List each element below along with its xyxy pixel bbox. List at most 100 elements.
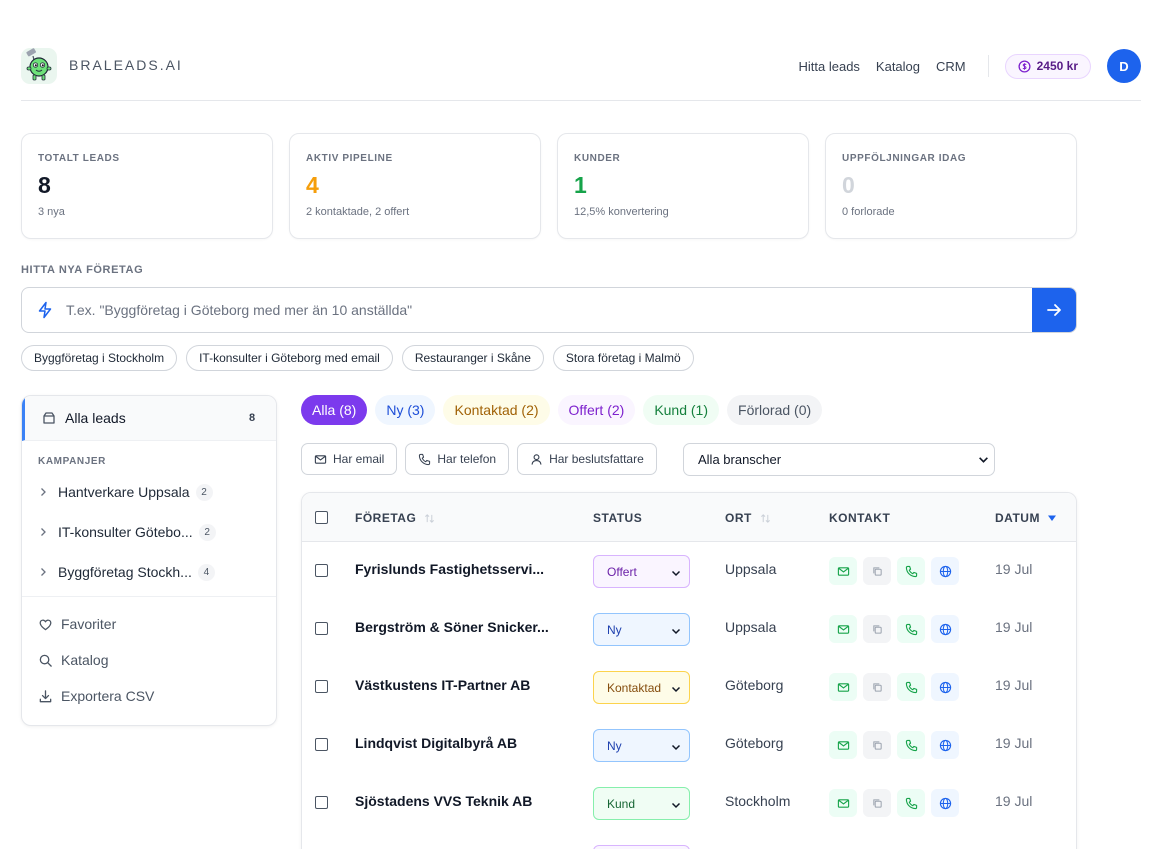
nav-hitta-leads[interactable]: Hitta leads — [799, 59, 860, 74]
nav-crm[interactable]: CRM — [936, 59, 966, 74]
status-select[interactable] — [593, 845, 690, 849]
globe-icon — [939, 623, 951, 635]
sidebar-item-export-csv[interactable]: Exportera CSV — [38, 685, 154, 707]
status-select[interactable]: Ny — [593, 613, 690, 646]
copy-icon — [872, 566, 882, 576]
campaign-label: IT-konsulter Götebo... — [58, 524, 193, 540]
email-action-button[interactable] — [829, 673, 857, 701]
stat-value: 1 — [574, 172, 587, 198]
row-checkbox[interactable] — [315, 622, 328, 635]
sidebar-item-catalog[interactable]: Katalog — [38, 649, 108, 671]
row-checkbox[interactable] — [315, 796, 328, 809]
tab-kund[interactable]: Kund (1) — [643, 395, 720, 425]
email-action-button[interactable] — [829, 557, 857, 585]
credits-badge[interactable]: 2450 kr — [1004, 53, 1091, 79]
filter-has-phone-button[interactable]: Har telefon — [405, 443, 510, 475]
count-badge: 2 — [198, 523, 216, 541]
website-action-button[interactable] — [931, 673, 959, 701]
user-icon — [531, 453, 542, 465]
search-input[interactable] — [66, 288, 1026, 332]
suggestion-chip[interactable]: Stora företag i Malmö — [552, 345, 694, 371]
chevron-right-icon — [41, 568, 46, 576]
phone-icon — [905, 681, 917, 693]
sidebar-campaign-item[interactable]: IT-konsulter Götebo... 2 — [38, 520, 262, 544]
suggestion-chip[interactable]: Byggföretag i Stockholm — [21, 345, 178, 371]
user-avatar[interactable]: D — [1107, 49, 1141, 83]
phone-action-button[interactable] — [897, 731, 925, 759]
company-name[interactable]: Bergström & Söner Snicker... — [355, 619, 560, 635]
filter-label: Har email — [333, 452, 385, 466]
company-name[interactable]: Västkustens IT-Partner AB — [355, 677, 560, 693]
tab-kontaktad[interactable]: Kontaktad (2) — [443, 395, 550, 425]
copy-action-button[interactable] — [863, 673, 891, 701]
phone-action-button[interactable] — [897, 789, 925, 817]
row-checkbox[interactable] — [315, 738, 328, 751]
status-value: Kontaktad — [607, 680, 662, 695]
copy-action-button[interactable] — [863, 615, 891, 643]
phone-action-button[interactable] — [897, 615, 925, 643]
email-action-button[interactable] — [829, 615, 857, 643]
column-header-date[interactable]: DATUM — [995, 511, 1057, 525]
sidebar-campaign-item[interactable]: Byggföretag Stockh... 4 — [38, 560, 262, 584]
select-all-checkbox[interactable] — [315, 511, 328, 524]
status-value: Ny — [607, 622, 622, 637]
status-select[interactable]: Ny — [593, 729, 690, 762]
mail-icon — [837, 624, 849, 634]
globe-icon — [939, 565, 951, 577]
city: Göteborg — [725, 735, 784, 751]
phone-action-button[interactable] — [897, 557, 925, 585]
stat-card-followups-today: UPPFÖLJNINGAR IDAG 0 0 forlorade — [825, 133, 1077, 239]
email-action-button[interactable] — [829, 731, 857, 759]
chevron-down-icon — [671, 628, 681, 635]
phone-action-button[interactable] — [897, 673, 925, 701]
table-row: Sjöstadens VVS Teknik AB Kund Stockholm … — [302, 774, 1076, 832]
search-icon — [39, 654, 52, 667]
status-select[interactable]: Kontaktad — [593, 671, 690, 704]
search-submit-button[interactable] — [1032, 288, 1076, 332]
status-select[interactable]: Kund — [593, 787, 690, 820]
tab-forlorad[interactable]: Förlorad (0) — [727, 395, 823, 425]
table-row: Lindqvist Digitalbyrå AB Ny Göteborg 19 … — [302, 716, 1076, 774]
website-action-button[interactable] — [931, 557, 959, 585]
status-value: Offert — [607, 564, 637, 579]
copy-action-button[interactable] — [863, 789, 891, 817]
company-name[interactable]: Lindqvist Digitalbyrå AB — [355, 735, 560, 751]
email-action-button[interactable] — [829, 789, 857, 817]
sidebar-campaign-item[interactable]: Hantverkare Uppsala 2 — [38, 480, 262, 504]
sort-icon — [425, 513, 435, 523]
robot-logo-icon[interactable] — [21, 48, 57, 84]
website-action-button[interactable] — [931, 731, 959, 759]
nav-katalog[interactable]: Katalog — [876, 59, 920, 74]
suggestion-chip[interactable]: IT-konsulter i Göteborg med email — [186, 345, 393, 371]
company-name[interactable]: Sjöstadens VVS Teknik AB — [355, 793, 560, 809]
tab-alla[interactable]: Alla (8) — [301, 395, 368, 425]
stat-subtext: 0 forlorade — [842, 206, 895, 218]
stat-card-total-leads: TOTALT LEADS 8 3 nya — [21, 133, 273, 239]
date: 19 Jul — [995, 793, 1033, 809]
filter-has-decision-maker-button[interactable]: Har beslutsfattare — [517, 443, 657, 475]
stat-subtext: 2 kontaktade, 2 offert — [306, 206, 410, 218]
row-checkbox[interactable] — [315, 680, 328, 693]
column-header-city[interactable]: ORT — [725, 511, 771, 525]
suggestion-chip[interactable]: Restauranger i Skåne — [401, 345, 544, 371]
copy-action-button[interactable] — [863, 557, 891, 585]
row-checkbox[interactable] — [315, 564, 328, 577]
filter-has-email-button[interactable]: Har email — [301, 443, 398, 475]
industry-select[interactable]: Alla branscher — [683, 443, 995, 476]
website-action-button[interactable] — [931, 615, 959, 643]
sidebar-item-all-leads[interactable]: Alla leads 8 — [22, 396, 276, 441]
column-header-company[interactable]: FÖRETAG — [355, 511, 435, 525]
tab-ny[interactable]: Ny (3) — [375, 395, 436, 425]
stat-card-customers: KUNDER 1 12,5% konvertering — [557, 133, 809, 239]
tab-offert[interactable]: Offert (2) — [557, 395, 636, 425]
copy-action-button[interactable] — [863, 731, 891, 759]
website-action-button[interactable] — [931, 789, 959, 817]
brand-name: BRALEADS.AI — [69, 57, 183, 73]
company-name[interactable]: Fyrislunds Fastighetsservi... — [355, 561, 560, 577]
copy-icon — [872, 624, 882, 634]
sidebar-item-favorites[interactable]: Favoriter — [38, 613, 116, 635]
sidebar-divider — [22, 596, 276, 597]
status-select[interactable]: Offert — [593, 555, 690, 588]
nav-divider — [987, 55, 989, 77]
copy-icon — [872, 682, 882, 692]
